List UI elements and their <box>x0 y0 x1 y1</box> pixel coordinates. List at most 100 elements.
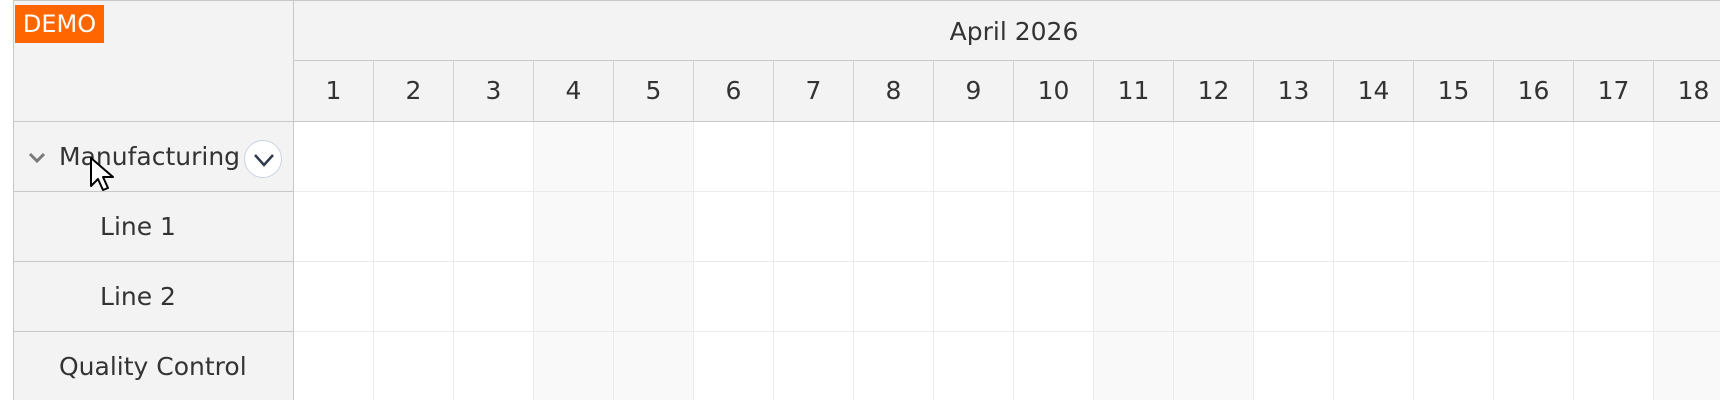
timeline-cell[interactable] <box>1574 122 1654 192</box>
timeline-cell[interactable] <box>854 332 934 400</box>
day-header-cell[interactable]: 4 <box>534 61 614 121</box>
timeline-cell[interactable] <box>294 192 374 262</box>
timeline-cell[interactable] <box>454 122 534 192</box>
day-header-cell[interactable]: 7 <box>774 61 854 121</box>
day-header-cell[interactable]: 12 <box>1174 61 1254 121</box>
timeline-cell[interactable] <box>1014 262 1094 332</box>
timeline-cell[interactable] <box>1174 332 1254 400</box>
timeline-cell[interactable] <box>614 192 694 262</box>
row-cells <box>294 262 1720 332</box>
timeline-cell[interactable] <box>934 192 1014 262</box>
timeline-cell[interactable] <box>1334 262 1414 332</box>
timeline-cell[interactable] <box>1094 262 1174 332</box>
timeline-cell[interactable] <box>774 122 854 192</box>
timeline-cell[interactable] <box>454 332 534 400</box>
row-header-manufacturing[interactable]: Manufacturing <box>14 122 294 192</box>
timeline-cell[interactable] <box>1094 192 1174 262</box>
chevron-down-icon[interactable] <box>26 146 48 168</box>
timeline-cell[interactable] <box>614 262 694 332</box>
timeline-cell[interactable] <box>1654 262 1720 332</box>
timeline-cell[interactable] <box>1334 122 1414 192</box>
timeline-cell[interactable] <box>294 262 374 332</box>
timeline-cell[interactable] <box>694 192 774 262</box>
timeline-cell[interactable] <box>1654 192 1720 262</box>
day-header-cell[interactable]: 8 <box>854 61 934 121</box>
timeline-cell[interactable] <box>534 262 614 332</box>
day-header-cell[interactable]: 9 <box>934 61 1014 121</box>
timeline-cell[interactable] <box>1494 332 1574 400</box>
timeline-cell[interactable] <box>1574 262 1654 332</box>
timeline-cell[interactable] <box>1254 122 1334 192</box>
timeline-cell[interactable] <box>1094 332 1174 400</box>
row-cells <box>294 122 1720 192</box>
day-header-cell[interactable]: 1 <box>294 61 374 121</box>
day-header-cell[interactable]: 2 <box>374 61 454 121</box>
timeline-cell[interactable] <box>1414 192 1494 262</box>
timeline-cell[interactable] <box>1494 262 1574 332</box>
day-header-cell[interactable]: 18 <box>1654 61 1720 121</box>
timeline-cell[interactable] <box>294 122 374 192</box>
timeline-cell[interactable] <box>374 332 454 400</box>
timeline-cell[interactable] <box>614 122 694 192</box>
timeline-cell[interactable] <box>534 332 614 400</box>
timeline-cell[interactable] <box>454 262 534 332</box>
timeline-cell[interactable] <box>1654 122 1720 192</box>
day-header-cell[interactable]: 10 <box>1014 61 1094 121</box>
timeline-cell[interactable] <box>1014 332 1094 400</box>
day-header-cell[interactable]: 3 <box>454 61 534 121</box>
resource-row-line-2: Line 2 <box>14 262 1720 332</box>
timeline-cell[interactable] <box>1654 332 1720 400</box>
timeline-cell[interactable] <box>934 122 1014 192</box>
timeline-cell[interactable] <box>1254 262 1334 332</box>
timeline-cell[interactable] <box>374 262 454 332</box>
timeline-cell[interactable] <box>1414 122 1494 192</box>
timeline-cell[interactable] <box>1574 332 1654 400</box>
day-header-cell[interactable]: 15 <box>1414 61 1494 121</box>
timeline-cell[interactable] <box>1414 332 1494 400</box>
timeline-cell[interactable] <box>854 122 934 192</box>
timeline-cell[interactable] <box>1334 192 1414 262</box>
timeline-cell[interactable] <box>694 332 774 400</box>
day-header-cell[interactable]: 14 <box>1334 61 1414 121</box>
day-header-cell[interactable]: 5 <box>614 61 694 121</box>
timeline-cell[interactable] <box>1574 192 1654 262</box>
timeline-cell[interactable] <box>854 192 934 262</box>
timeline-cell[interactable] <box>1334 332 1414 400</box>
timeline-cell[interactable] <box>1174 192 1254 262</box>
day-header-cell[interactable]: 13 <box>1254 61 1334 121</box>
row-header-line-1[interactable]: Line 1 <box>14 192 294 262</box>
timeline-cell[interactable] <box>934 332 1014 400</box>
mouse-cursor-icon <box>90 157 114 191</box>
timeline-cell[interactable] <box>1494 192 1574 262</box>
day-header-cell[interactable]: 11 <box>1094 61 1174 121</box>
timeline-cell[interactable] <box>1014 122 1094 192</box>
timeline-cell[interactable] <box>694 262 774 332</box>
row-menu-button[interactable] <box>244 140 282 178</box>
timeline-cell[interactable] <box>694 122 774 192</box>
timeline-cell[interactable] <box>854 262 934 332</box>
timeline-cell[interactable] <box>294 332 374 400</box>
row-header-quality-control[interactable]: Quality Control <box>14 332 294 400</box>
timeline-cell[interactable] <box>454 192 534 262</box>
timeline-cell[interactable] <box>374 122 454 192</box>
timeline-cell[interactable] <box>1494 122 1574 192</box>
timeline-cell[interactable] <box>1174 262 1254 332</box>
timeline-cell[interactable] <box>1174 122 1254 192</box>
timeline-cell[interactable] <box>1014 192 1094 262</box>
day-header-cell[interactable]: 16 <box>1494 61 1574 121</box>
timeline-cell[interactable] <box>774 332 854 400</box>
timeline-cell[interactable] <box>774 262 854 332</box>
day-header-cell[interactable]: 17 <box>1574 61 1654 121</box>
timeline-cell[interactable] <box>374 192 454 262</box>
day-header-cell[interactable]: 6 <box>694 61 774 121</box>
timeline-cell[interactable] <box>534 122 614 192</box>
timeline-cell[interactable] <box>774 192 854 262</box>
row-header-line-2[interactable]: Line 2 <box>14 262 294 332</box>
timeline-cell[interactable] <box>534 192 614 262</box>
timeline-cell[interactable] <box>614 332 694 400</box>
timeline-cell[interactable] <box>1414 262 1494 332</box>
timeline-cell[interactable] <box>1094 122 1174 192</box>
timeline-cell[interactable] <box>1254 192 1334 262</box>
timeline-cell[interactable] <box>1254 332 1334 400</box>
timeline-cell[interactable] <box>934 262 1014 332</box>
